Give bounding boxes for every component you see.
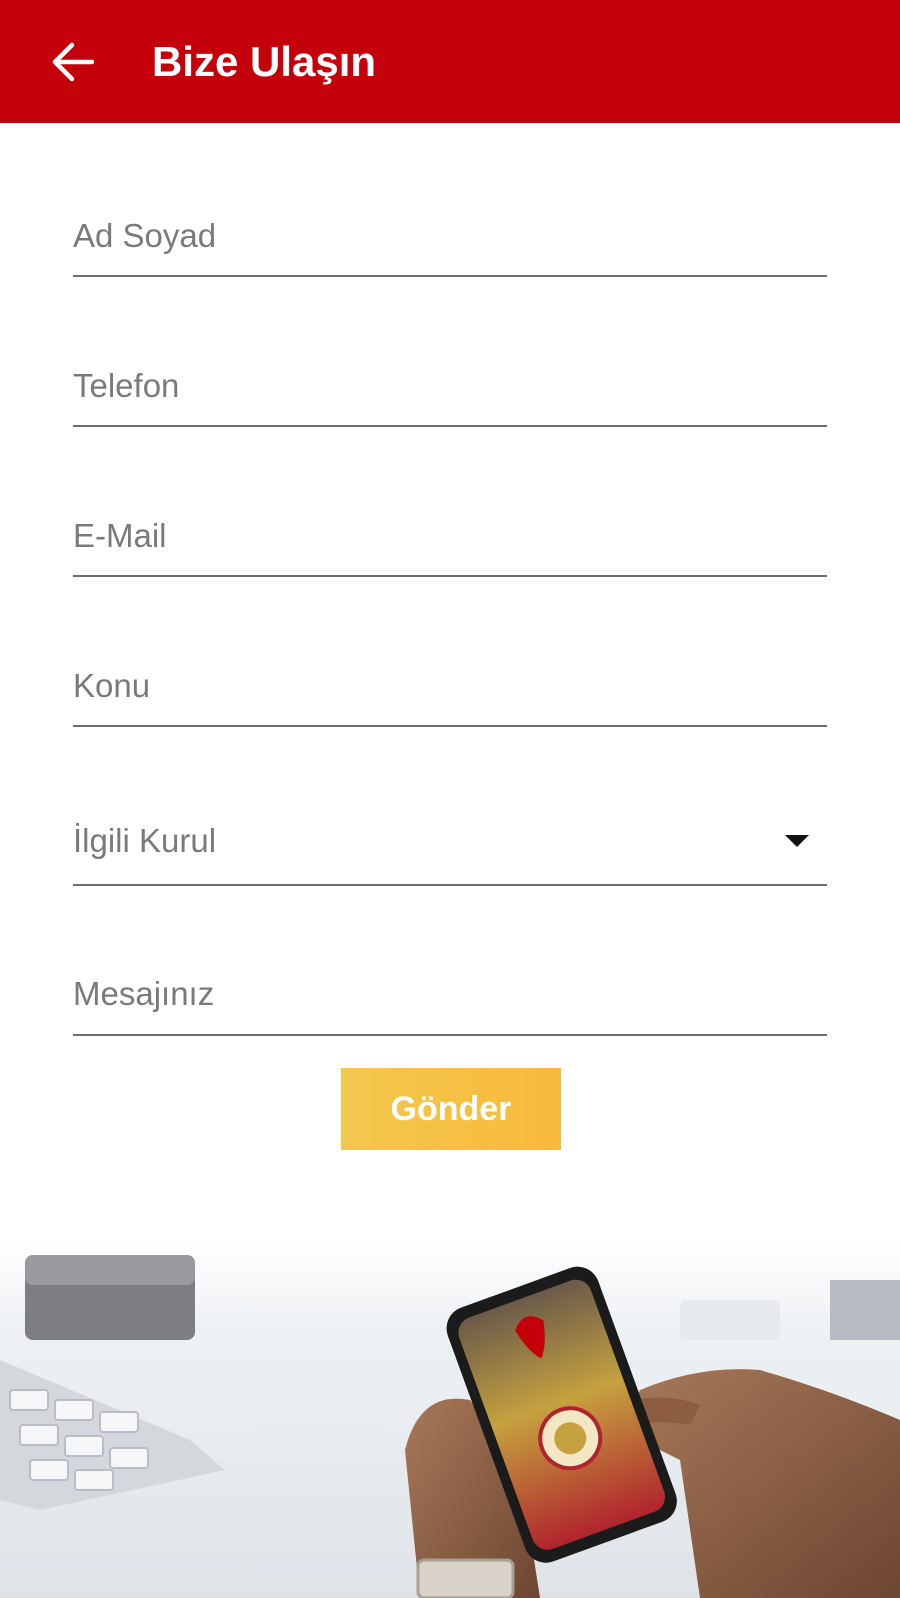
email-input[interactable] bbox=[73, 511, 827, 561]
related-board-select[interactable]: İlgili Kurul bbox=[73, 813, 827, 886]
subject-field-container bbox=[73, 661, 827, 727]
send-button[interactable]: Gönder bbox=[341, 1068, 561, 1150]
related-board-select-value: İlgili Kurul bbox=[73, 822, 217, 859]
caret-down-icon bbox=[785, 835, 809, 847]
message-input[interactable] bbox=[73, 969, 827, 1019]
arrow-left-icon bbox=[52, 42, 94, 82]
banner-image bbox=[0, 1240, 900, 1598]
phone-field-container bbox=[73, 361, 827, 427]
back-button[interactable] bbox=[40, 30, 104, 94]
name-field-container bbox=[73, 211, 827, 277]
message-field-container bbox=[73, 969, 827, 1036]
phone-in-hands-photo bbox=[0, 1240, 900, 1598]
page-title: Bize Ulaşın bbox=[152, 38, 377, 85]
email-field-container bbox=[73, 511, 827, 577]
subject-input[interactable] bbox=[73, 661, 827, 711]
phone-input[interactable] bbox=[73, 361, 827, 411]
name-input[interactable] bbox=[73, 211, 827, 261]
app-bar: Bize Ulaşın bbox=[0, 0, 900, 123]
